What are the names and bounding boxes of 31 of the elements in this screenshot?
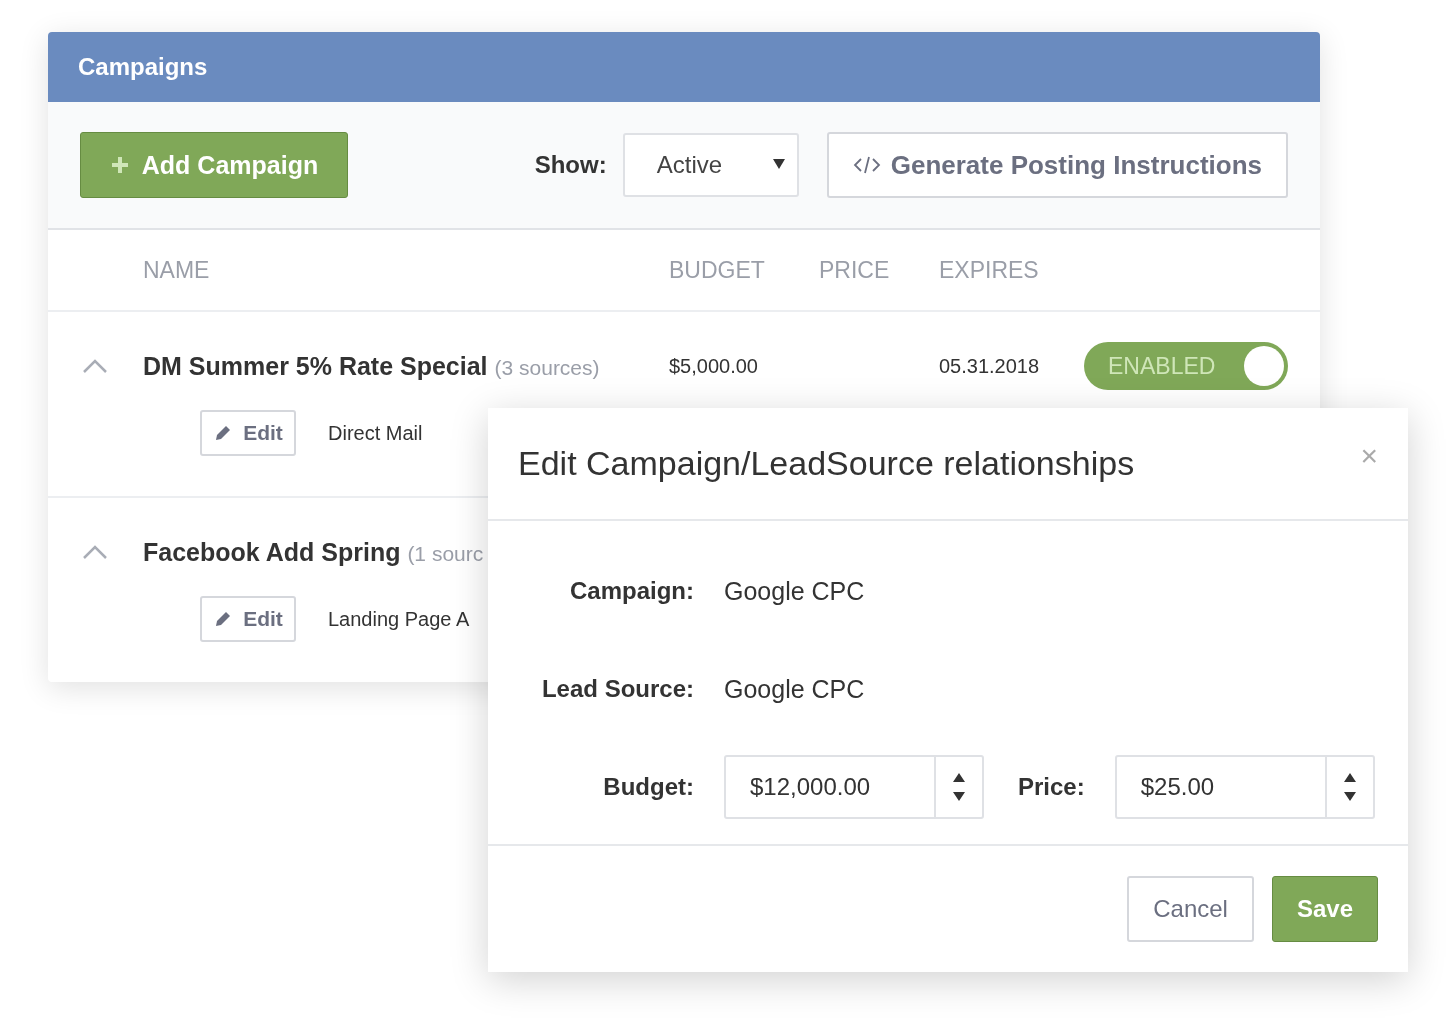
edit-button[interactable]: Edit xyxy=(200,596,296,642)
save-button[interactable]: Save xyxy=(1271,876,1378,942)
dialog-title: Edit Campaign/LeadSource relationships xyxy=(518,444,1135,483)
add-campaign-button[interactable]: Add Campaign xyxy=(80,132,348,198)
plus-icon xyxy=(109,155,130,175)
number-field[interactable]: $12,000.00 xyxy=(724,755,984,819)
budget-cell-text: $5,000.00 xyxy=(669,354,759,378)
field-label: Budget: xyxy=(602,773,695,801)
generate-posting-instructions-button[interactable]: Generate Posting Instructions xyxy=(826,132,1288,198)
panel-title: Campaigns xyxy=(78,53,208,81)
show-label: Show: xyxy=(534,151,607,179)
column-header: BUDGET xyxy=(669,256,766,284)
code-icon xyxy=(852,155,881,175)
lead-source-name: Direct Mail xyxy=(328,421,423,445)
expires-cell-text: 05.31.2018 xyxy=(939,354,1041,378)
field-label: Campaign: xyxy=(569,577,695,605)
lead-source-name: Landing Page A xyxy=(328,607,470,631)
caret-icon xyxy=(772,159,785,169)
edit-button[interactable]: Edit xyxy=(200,410,296,456)
campaign-name: Facebook Add Spring (1 sourc xyxy=(143,537,485,567)
field-label: Price: xyxy=(1017,773,1086,801)
field-value: Google CPC xyxy=(724,576,865,606)
number-field[interactable]: $25.00 xyxy=(1114,755,1375,819)
column-header: EXPIRES xyxy=(939,256,1040,284)
field-value: Google CPC xyxy=(724,674,865,704)
cancel-button[interactable]: Cancel xyxy=(1127,876,1254,942)
campaign-name: DM Summer 5% Rate Special (3 sources) xyxy=(143,351,601,381)
show-select[interactable]: Active xyxy=(622,133,799,197)
column-header: PRICE xyxy=(819,256,891,284)
field-label: Lead Source: xyxy=(540,675,695,703)
column-header: NAME xyxy=(143,256,211,284)
